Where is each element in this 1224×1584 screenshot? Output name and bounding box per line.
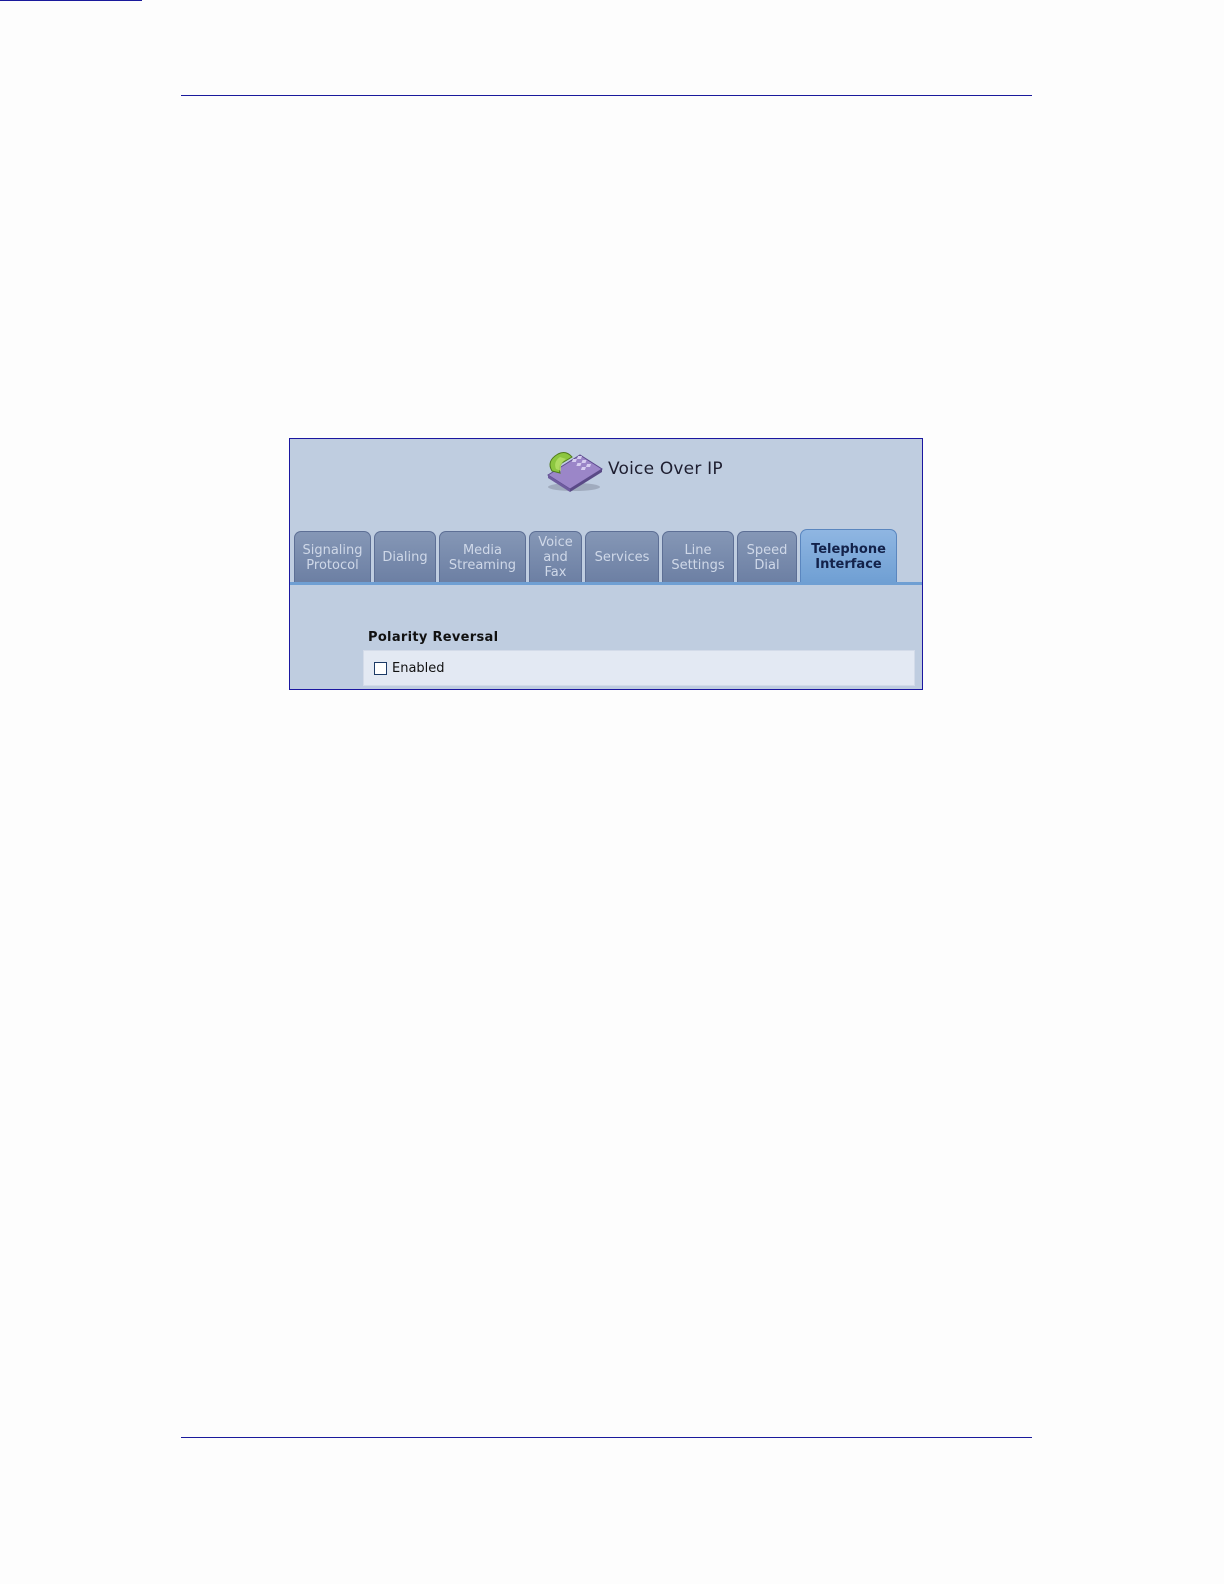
- tab-signaling-protocol[interactable]: Signaling Protocol: [294, 531, 371, 583]
- enabled-checkbox-label[interactable]: Enabled: [392, 661, 445, 676]
- page-header: Voice Over IP: [540, 445, 723, 493]
- tab-media-streaming[interactable]: Media Streaming: [439, 531, 526, 583]
- tab-services[interactable]: Services: [585, 531, 659, 583]
- tab-line-settings[interactable]: Line Settings: [662, 531, 734, 583]
- enabled-checkbox[interactable]: [374, 661, 387, 675]
- tab-speed-dial[interactable]: Speed Dial: [737, 531, 797, 583]
- footnote-rule: [0, 0, 142, 1]
- polarity-reversal-panel: Enabled: [363, 650, 915, 686]
- page-header-rule: [181, 95, 1032, 96]
- tab-voice-and-fax[interactable]: Voice and Fax: [529, 531, 582, 583]
- section-title: Polarity Reversal: [368, 630, 499, 645]
- page-footer-rule: [181, 1437, 1032, 1438]
- voip-settings-screenshot: Voice Over IP Signaling Protocol Dialing…: [289, 438, 923, 690]
- tab-underline: [290, 582, 922, 585]
- tab-strip: Signaling Protocol Dialing Media Streami…: [294, 529, 900, 583]
- voip-phone-icon: [540, 445, 606, 493]
- page-title: Voice Over IP: [608, 459, 723, 479]
- tab-telephone-interface[interactable]: Telephone Interface: [800, 529, 897, 583]
- tab-dialing[interactable]: Dialing: [374, 531, 436, 583]
